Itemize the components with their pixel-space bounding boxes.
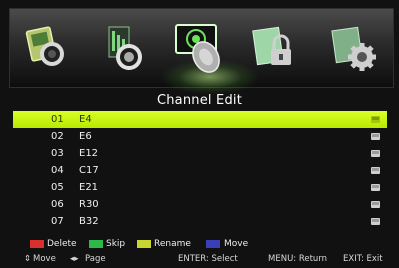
channel-number: 06 [51,199,64,210]
tv-icon [371,201,380,208]
channel-number: 01 [51,114,64,125]
channel-name: C17 [79,165,99,176]
delete-label: Delete [47,239,77,249]
channel-number: 07 [51,216,64,227]
tv-icon [371,218,380,225]
channel-row[interactable]: 07 B32 [13,213,387,230]
tv-icon [371,167,380,174]
blue-key-icon[interactable] [206,240,220,248]
tv-icon [371,184,380,191]
setup-icon[interactable] [330,21,380,75]
channel-name: E6 [79,131,92,142]
tv-menu-screen: Channel Edit 01 E4 02 E6 03 E12 04 C17 0… [0,0,399,268]
channel-name: E21 [79,182,99,193]
channel-row[interactable]: 02 E6 [13,128,387,145]
leftright-arrow-icon: ◂▸ [70,254,79,264]
green-key-icon[interactable] [89,240,103,248]
channel-number: 03 [51,148,64,159]
audio-icon[interactable] [99,21,149,75]
channel-row[interactable]: 04 C17 [13,162,387,179]
channel-name: B32 [79,216,99,227]
channel-name: R30 [79,199,99,210]
channel-name: E4 [79,114,92,125]
tv-icon [371,116,380,123]
menu-hint: MENU: Return [268,254,328,264]
channel-row[interactable]: 05 E21 [13,179,387,196]
menu-icon-bar [9,8,394,95]
tv-icon [371,133,380,140]
page-hint: Page [85,254,106,264]
move-label: Move [224,239,249,249]
rename-label: Rename [154,239,191,249]
channel-icon[interactable] [172,19,230,79]
move-hint: Move [33,254,56,264]
channel-number: 04 [51,165,64,176]
red-key-icon[interactable] [30,240,44,248]
page-title: Channel Edit [156,93,243,108]
channel-name: E12 [79,148,99,159]
channel-row[interactable]: 03 E12 [13,145,387,162]
channel-row[interactable]: 06 R30 [13,196,387,213]
updown-arrow-icon: ⇕ [24,254,32,264]
channel-number: 02 [51,131,64,142]
enter-hint: ENTER: Select [178,254,238,264]
picture-icon[interactable] [21,21,71,75]
channel-list: 01 E4 02 E6 03 E12 04 C17 05 E21 06 R30 [13,111,387,231]
channel-row[interactable]: 01 E4 [13,111,387,128]
exit-hint: EXIT: Exit [343,254,383,264]
channel-number: 05 [51,182,64,193]
lock-icon[interactable] [249,21,299,75]
yellow-key-icon[interactable] [137,240,151,248]
color-key-legend: Delete Skip Rename Move [0,238,399,250]
skip-label: Skip [106,239,126,249]
tv-icon [371,150,380,157]
key-hint-bar: ⇕ Move ◂▸ Page ENTER: Select MENU: Retur… [0,253,399,265]
